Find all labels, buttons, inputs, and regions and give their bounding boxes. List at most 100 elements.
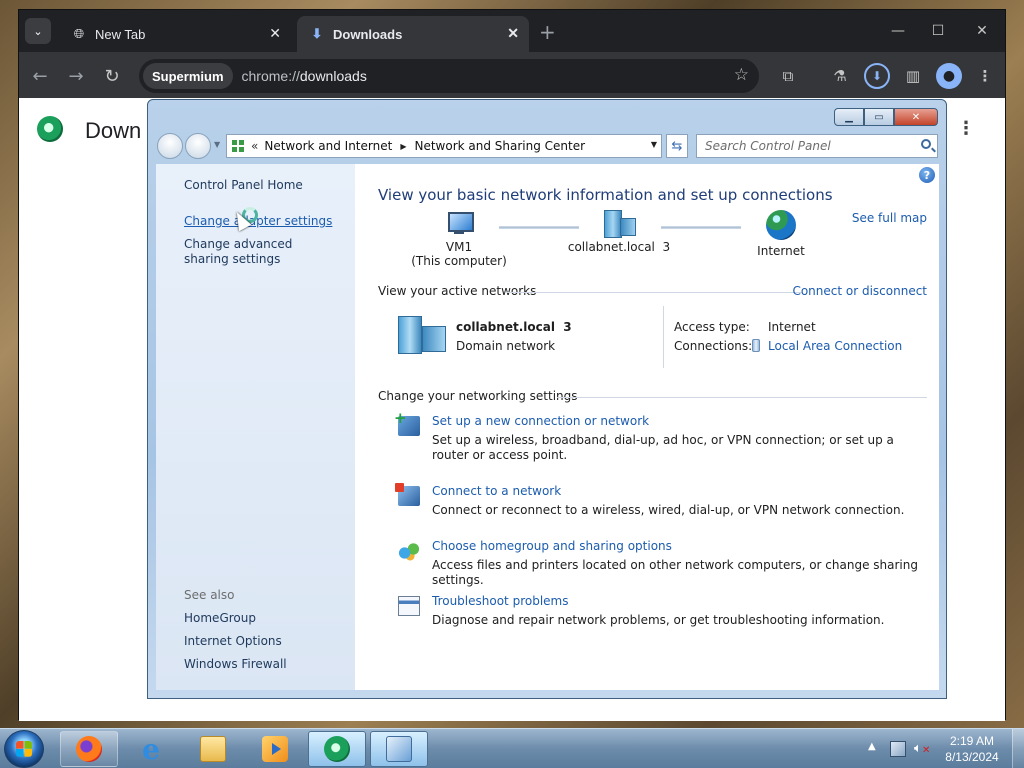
- tab-new-tab[interactable]: 🌐︎ New Tab ✕: [59, 16, 291, 52]
- forward-button[interactable]: [185, 133, 211, 159]
- access-type-label: Access type:: [674, 320, 750, 334]
- connect-to-network-link[interactable]: Connect to a network: [432, 484, 561, 498]
- taskbar-supermium[interactable]: [308, 731, 366, 767]
- see-full-map-link[interactable]: See full map: [852, 211, 927, 225]
- page-heading: View your basic network information and …: [378, 186, 833, 204]
- chevron-down-icon[interactable]: ▼: [651, 140, 657, 149]
- map-node-sub: (This computer): [411, 254, 507, 268]
- domain-network-icon: [604, 210, 636, 238]
- internet-options-link[interactable]: Internet Options: [184, 634, 282, 648]
- control-panel-home-link[interactable]: Control Panel Home: [184, 178, 303, 192]
- task-description: Access files and printers located on oth…: [432, 558, 918, 587]
- menu-dots-icon[interactable]: ⋮: [957, 118, 975, 139]
- taskbar-firefox[interactable]: [60, 731, 118, 767]
- network-type: Domain network: [456, 339, 556, 353]
- map-node-name: Internet: [757, 244, 805, 258]
- map-node-computer: VM1 (This computer): [407, 212, 511, 268]
- local-area-connection-link[interactable]: Local Area Connection: [752, 339, 902, 353]
- network-name: collabnet.local 3: [456, 320, 572, 334]
- back-button[interactable]: [157, 133, 183, 159]
- setup-connection-link[interactable]: Set up a new connection or network: [432, 414, 649, 428]
- divider: [557, 397, 927, 398]
- chevron-left-icon[interactable]: «: [251, 139, 258, 153]
- reload-button[interactable]: ↻: [99, 63, 125, 89]
- site-info-chip[interactable]: Supermium: [143, 63, 233, 89]
- clock-time: 2:19 AM: [949, 734, 995, 748]
- taskbar-media-player[interactable]: [246, 731, 304, 767]
- taskbar-file-explorer[interactable]: [184, 731, 242, 767]
- start-button[interactable]: [4, 730, 44, 768]
- domain-network-icon: [398, 316, 446, 354]
- address-bar[interactable]: Supermium chrome://downloads ☆: [139, 59, 759, 93]
- tab-strip: ⌄ 🌐︎ New Tab ✕ ⬇ Downloads ✕ + — ☐ ✕: [19, 10, 1005, 52]
- close-button[interactable]: ✕: [894, 108, 938, 126]
- task-description: Set up a wireless, broadband, dial-up, a…: [432, 433, 894, 462]
- control-panel-icon: [386, 736, 412, 762]
- ethernet-icon: [752, 339, 760, 352]
- browser-toolbar: ← → ↻ Supermium chrome://downloads ☆ ⧉ ⚗…: [19, 52, 1005, 98]
- network-tray-icon[interactable]: [890, 741, 906, 757]
- divider: [507, 292, 802, 293]
- close-window-button[interactable]: ✕: [965, 18, 999, 44]
- star-icon[interactable]: ☆: [734, 65, 749, 85]
- chevron-right-icon[interactable]: ▶: [400, 142, 406, 151]
- menu-dots-icon[interactable]: ⋮: [972, 63, 998, 89]
- new-tab-button[interactable]: +: [539, 20, 556, 44]
- page-title: Down: [85, 118, 142, 143]
- homegroup-sharing-link[interactable]: Choose homegroup and sharing options: [432, 539, 672, 553]
- forward-button[interactable]: →: [63, 63, 89, 89]
- maximize-button[interactable]: ▭: [864, 108, 894, 126]
- map-node-name: VM1: [445, 240, 473, 254]
- task-pane: Control Panel Home Change adapter settin…: [156, 164, 355, 690]
- clock-date: 8/13/2024: [945, 750, 999, 764]
- help-icon[interactable]: ?: [919, 167, 935, 183]
- homegroup-link[interactable]: HomeGroup: [184, 611, 256, 625]
- breadcrumb-sharing-center[interactable]: Network and Sharing Center: [414, 139, 585, 153]
- lab-flask-icon[interactable]: ⚗: [827, 63, 853, 89]
- folder-icon: [200, 736, 226, 762]
- url-text: chrome://downloads: [241, 68, 367, 84]
- side-panel-icon[interactable]: ▥: [900, 63, 926, 89]
- search-input[interactable]: [705, 136, 915, 156]
- control-panel-icon: [231, 139, 245, 153]
- show-desktop-button[interactable]: [1012, 729, 1024, 768]
- globe-icon: [766, 210, 796, 240]
- task-description: Connect or reconnect to a wireless, wire…: [432, 503, 905, 517]
- chevron-up-icon[interactable]: ▲: [868, 741, 876, 752]
- volume-muted-icon[interactable]: 🔈︎: [914, 741, 930, 757]
- internet-explorer-icon: e: [142, 732, 160, 766]
- back-button[interactable]: ←: [27, 63, 53, 89]
- minimize-button[interactable]: ▁: [834, 108, 864, 126]
- troubleshoot-problems-link[interactable]: Troubleshoot problems: [432, 594, 568, 608]
- tab-search-button[interactable]: ⌄: [25, 18, 51, 44]
- firefox-icon: [76, 736, 102, 762]
- breadcrumb-network-internet[interactable]: Network and Internet: [264, 139, 392, 153]
- minimize-button[interactable]: —: [881, 18, 915, 44]
- tab-title: Downloads: [333, 26, 403, 42]
- see-also-heading: See also: [184, 588, 235, 602]
- search-icon[interactable]: [921, 139, 931, 149]
- close-icon[interactable]: ✕: [507, 25, 519, 42]
- search-box[interactable]: [696, 134, 938, 158]
- refresh-button[interactable]: ⇆: [666, 134, 688, 158]
- download-icon[interactable]: ⬇: [864, 63, 890, 89]
- taskbar-control-panel[interactable]: [370, 731, 428, 767]
- change-adapter-settings-link[interactable]: Change adapter settings: [184, 214, 332, 228]
- connect-or-disconnect-link[interactable]: Connect or disconnect: [792, 284, 927, 298]
- taskbar-internet-explorer[interactable]: e: [122, 731, 180, 767]
- windows-firewall-link[interactable]: Windows Firewall: [184, 657, 287, 671]
- profile-avatar-icon[interactable]: ●: [936, 63, 962, 89]
- extensions-icon[interactable]: ⧉: [775, 63, 801, 89]
- system-clock[interactable]: 2:19 AM 8/13/2024: [940, 733, 1004, 765]
- access-type-value: Internet: [768, 320, 816, 334]
- close-icon[interactable]: ✕: [269, 25, 281, 42]
- computer-icon: [446, 212, 474, 234]
- tab-downloads[interactable]: ⬇ Downloads ✕: [297, 16, 529, 52]
- map-node-internet: Internet: [729, 210, 833, 258]
- explorer-address-bar[interactable]: « Network and Internet ▶ Network and Sha…: [226, 134, 662, 158]
- change-advanced-sharing-link[interactable]: Change advanced sharing settings: [184, 237, 334, 267]
- taskbar: e ▲ 🔈︎ 2:19 AM 8/13/2024: [0, 728, 1024, 768]
- history-dropdown-icon[interactable]: ▼: [214, 140, 220, 149]
- maximize-button[interactable]: ☐: [921, 18, 955, 44]
- connect-network-icon: [395, 483, 420, 506]
